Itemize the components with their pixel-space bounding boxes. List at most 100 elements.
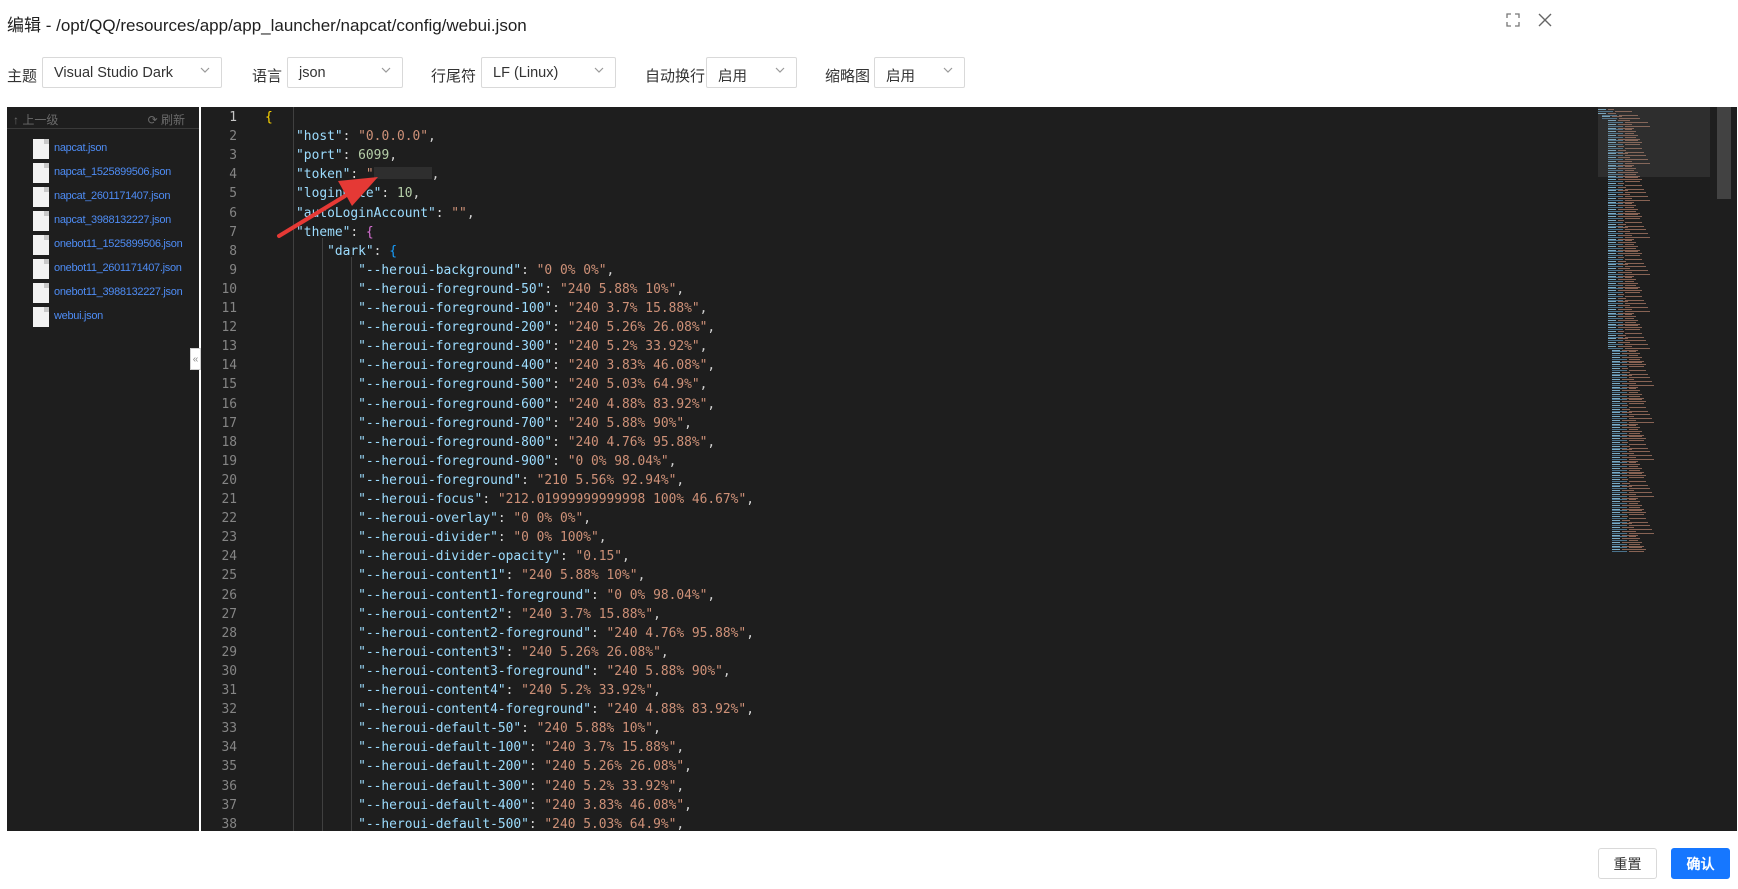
- minimap-line: [1612, 371, 1620, 373]
- theme-select[interactable]: Visual Studio Dark: [42, 57, 222, 88]
- dialog-title: 编辑 - /opt/QQ/resources/app/app_launcher/…: [7, 16, 527, 35]
- maximize-icon[interactable]: [1502, 9, 1524, 31]
- minimap-line: [1622, 456, 1636, 458]
- minimap-line: [1625, 203, 1632, 205]
- file-name: napcat.json: [54, 142, 107, 154]
- close-icon[interactable]: [1534, 9, 1556, 31]
- minimap-line: [1625, 195, 1648, 197]
- file-item[interactable]: napcat_3988132227.json: [7, 209, 199, 233]
- chevron-down-icon: [593, 64, 605, 76]
- line-number: 18: [221, 434, 237, 450]
- minimap-line: [1612, 527, 1620, 529]
- minimap-line: [1625, 251, 1638, 253]
- minimap-line: [1608, 194, 1616, 196]
- minimap-line: [1622, 453, 1634, 455]
- code-line: "--heroui-foreground-600": "240 4.88% 83…: [358, 396, 716, 412]
- code-line: "--heroui-foreground-100": "240 3.7% 15.…: [358, 301, 708, 316]
- file-item[interactable]: napcat_1525899506.json: [7, 161, 199, 185]
- minimap-line: [1612, 464, 1620, 466]
- minimap-line: [1608, 258, 1623, 260]
- file-item[interactable]: napcat_2601171407.json: [7, 185, 199, 209]
- minimap-line: [1622, 475, 1646, 477]
- minimap-line: [1629, 536, 1636, 538]
- minimap-line: [1625, 314, 1632, 316]
- minimap-line: [1625, 347, 1650, 349]
- minimap-line: [1608, 262, 1623, 264]
- minimap-line: [1612, 412, 1620, 414]
- minimap-viewport[interactable]: [1598, 107, 1710, 177]
- minimap-line: [1618, 205, 1636, 207]
- line-number: 28: [221, 625, 237, 641]
- minimap-line: [1612, 355, 1627, 357]
- refresh-button[interactable]: ⟳ 刷新: [148, 111, 185, 128]
- minimap-line: [1612, 491, 1627, 493]
- minimap-line: [1608, 284, 1623, 286]
- file-item[interactable]: onebot11_3988132227.json: [7, 281, 199, 305]
- line-number: 9: [229, 262, 237, 278]
- minimap-line: [1618, 260, 1626, 262]
- minimap-line: [1612, 364, 1620, 366]
- reset-button[interactable]: 重置: [1598, 848, 1657, 879]
- vertical-scrollbar[interactable]: [1717, 107, 1731, 199]
- minimap-line: [1618, 308, 1632, 310]
- file-item[interactable]: onebot11_1525899506.json: [7, 233, 199, 257]
- minimap-line: [1608, 342, 1616, 344]
- minimap-line: [1608, 247, 1623, 249]
- line-number: 4: [229, 167, 237, 183]
- eol-select[interactable]: LF (Linux): [481, 57, 616, 88]
- minimap-line: [1612, 530, 1620, 532]
- minimap-line: [1608, 308, 1616, 310]
- minimap-line: [1622, 482, 1630, 484]
- minimap-line: [1612, 466, 1627, 468]
- language-select[interactable]: json: [287, 57, 403, 88]
- file-item[interactable]: napcat.json: [7, 137, 199, 161]
- file-icon: [33, 211, 49, 231]
- word-wrap-label: 自动换行: [645, 68, 706, 85]
- minimap-line: [1608, 321, 1623, 323]
- minimap-line: [1608, 179, 1616, 181]
- minimap-line: [1622, 519, 1630, 521]
- line-number: 11: [221, 301, 237, 316]
- word-wrap-select[interactable]: 启用: [706, 57, 797, 88]
- code-editor[interactable]: 1 2 3 4 5 6 7 8 9 10 11 12 13 14 15 16 17 18 19 20 21 22 23 24 2…: [201, 107, 1737, 831]
- file-item[interactable]: onebot11_2601171407.json: [7, 257, 199, 281]
- minimap-line: [1608, 214, 1623, 216]
- minimap-line: [1612, 480, 1627, 482]
- minimap-line: [1608, 305, 1616, 307]
- minimap-line: [1629, 440, 1644, 442]
- minimap-line: [1625, 310, 1650, 312]
- minimap-line: [1625, 218, 1640, 220]
- minimap-line: [1622, 405, 1628, 406]
- minimap-line: [1618, 194, 1630, 196]
- minimap-line: [1618, 223, 1626, 225]
- editor-options-toolbar: 主题 Visual Studio Dark 语言 json 行尾符 LF (Li…: [0, 56, 1738, 90]
- minimap-line: [1625, 277, 1632, 279]
- minimap-line: [1612, 493, 1620, 495]
- minimap-line: [1625, 221, 1642, 223]
- minimap-line: [1622, 423, 1638, 425]
- parent-directory-button[interactable]: ↑ 上一级: [13, 111, 58, 128]
- collapse-left-icon[interactable]: «: [190, 348, 201, 370]
- minimap-line: [1612, 434, 1620, 436]
- minimap-line: [1612, 504, 1620, 506]
- editor-minimap[interactable]: [1598, 107, 1710, 831]
- minimap-select[interactable]: 启用: [874, 57, 965, 88]
- minimap-line: [1608, 290, 1616, 292]
- minimap-line: [1612, 438, 1620, 440]
- minimap-line: [1608, 240, 1623, 242]
- code-area[interactable]: { "host": "0.0.0.0", "port": 6099, "toke…: [265, 107, 1565, 831]
- minimap-line: [1612, 538, 1620, 540]
- minimap-line: [1625, 288, 1638, 290]
- minimap-line: [1629, 469, 1640, 471]
- line-number: 24: [221, 549, 237, 565]
- minimap-line: [1608, 253, 1616, 255]
- minimap-line: [1625, 318, 1634, 320]
- minimap-line: [1629, 406, 1646, 408]
- minimap-line: [1618, 234, 1632, 236]
- confirm-button[interactable]: 确认: [1671, 848, 1730, 879]
- minimap-line: [1618, 319, 1638, 321]
- line-number: 27: [221, 606, 237, 622]
- code-line: "--heroui-content2-foreground": "240 4.7…: [358, 625, 754, 641]
- minimap-line: [1625, 184, 1642, 186]
- file-item[interactable]: webui.json: [7, 305, 199, 329]
